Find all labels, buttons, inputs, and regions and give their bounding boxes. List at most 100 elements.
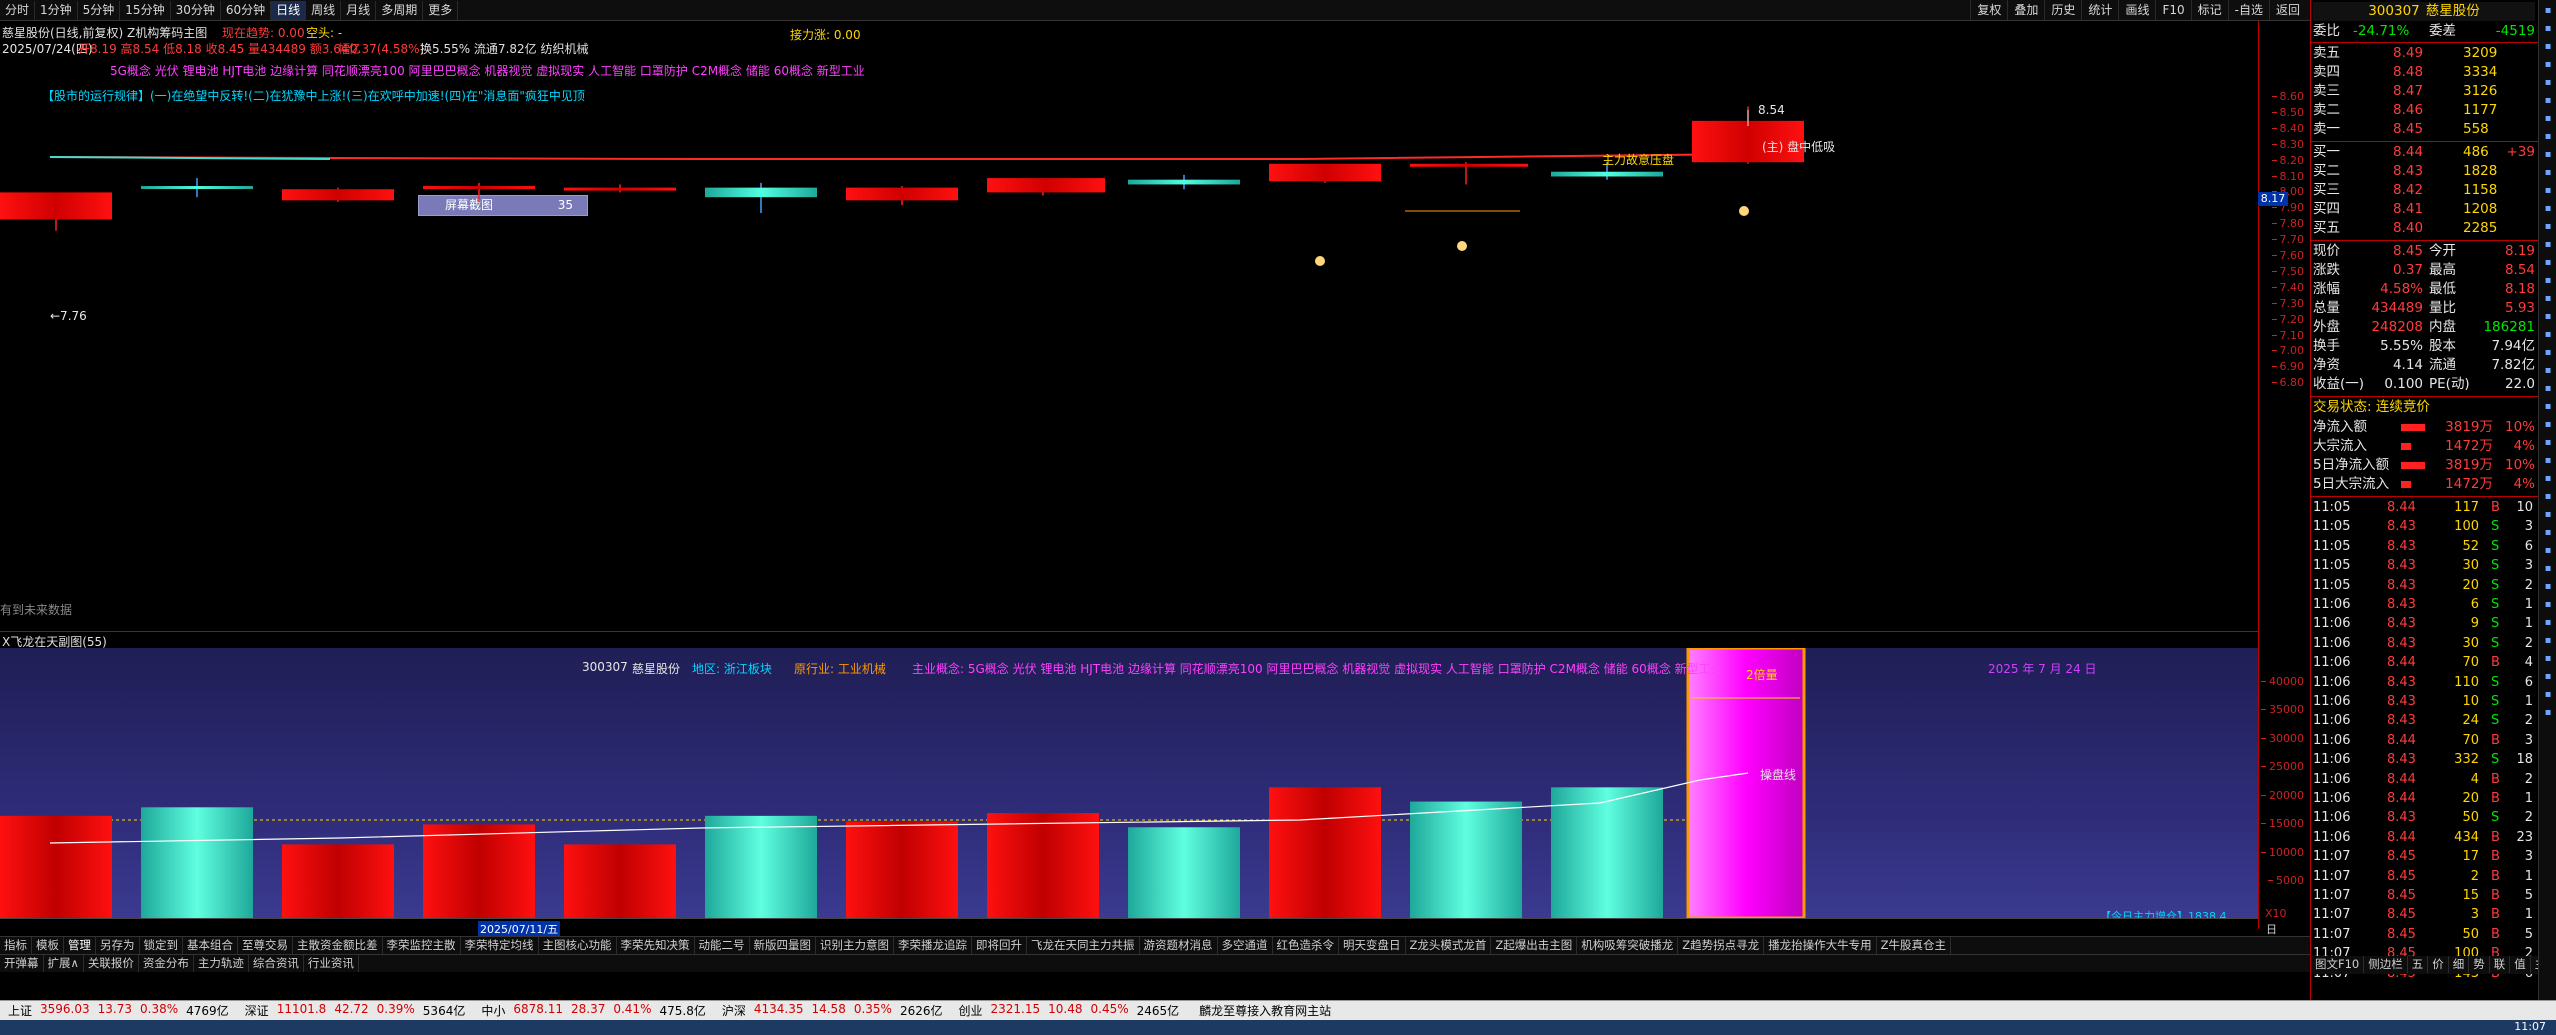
indicator-btn-23[interactable]: Z起爆出击主图 bbox=[1491, 937, 1578, 954]
quote-tab-1[interactable]: 侧边栏 bbox=[2364, 956, 2408, 973]
side-tool-icon[interactable]: ▪ bbox=[2541, 130, 2555, 144]
indicator-btn-17[interactable]: 飞龙在天同主力共振 bbox=[1027, 937, 1140, 954]
side-tool-icon[interactable]: ▪ bbox=[2541, 292, 2555, 306]
period-tab-9[interactable]: 多周期 bbox=[376, 0, 424, 20]
index-item[interactable]: 沪深 4134.35 14.58 0.35% 2626亿 bbox=[722, 1002, 943, 1019]
index-item[interactable]: 中小 6878.11 28.37 0.41% 475.8亿 bbox=[481, 1002, 705, 1019]
toolbar-btn-4[interactable]: 画线 bbox=[2118, 0, 2155, 20]
toolbar-btn-1[interactable]: 叠加 bbox=[2007, 0, 2044, 20]
side-tool-icon[interactable]: ▪ bbox=[2541, 148, 2555, 162]
period-tab-8[interactable]: 月线 bbox=[341, 0, 377, 20]
indicator-btn-13[interactable]: 新版四量图 bbox=[750, 937, 816, 954]
bid-row[interactable]: 买一 8.44 486 +39 bbox=[2313, 143, 2535, 162]
side-tool-icon[interactable]: ▪ bbox=[2541, 562, 2555, 576]
index-item[interactable]: 创业 2321.15 10.48 0.45% 2465亿 bbox=[959, 1002, 1180, 1019]
side-tool-icon[interactable]: ▪ bbox=[2541, 670, 2555, 684]
period-tab-5[interactable]: 60分钟 bbox=[221, 0, 272, 20]
side-tool-icon[interactable]: ▪ bbox=[2541, 652, 2555, 666]
indicator-btn-7[interactable]: 主散资金额比差 bbox=[293, 937, 383, 954]
side-tool-icon[interactable]: ▪ bbox=[2541, 40, 2555, 54]
side-tool-icon[interactable]: ▪ bbox=[2541, 256, 2555, 270]
sub-volume-chart[interactable]: 300307 慈星股份 地区: 浙江板块 原行业: 工业机械 主业概念: 5G概… bbox=[0, 648, 2258, 918]
side-tool-icon[interactable]: ▪ bbox=[2541, 202, 2555, 216]
function-btn-0[interactable]: 开弹幕 bbox=[0, 955, 44, 972]
function-btn-3[interactable]: 资金分布 bbox=[139, 955, 194, 972]
index-item[interactable]: 上证 3596.03 13.73 0.38% 4769亿 bbox=[8, 1002, 229, 1019]
indicator-btn-27[interactable]: Z牛股真仓主 bbox=[1877, 937, 1952, 954]
quote-tab-0[interactable]: 图文F10 bbox=[2311, 956, 2365, 973]
toolbar-btn-7[interactable]: -自选 bbox=[2227, 0, 2269, 20]
ask-row[interactable]: 卖二 8.46 1177 bbox=[2313, 101, 2535, 120]
side-tool-icon[interactable]: ▪ bbox=[2541, 184, 2555, 198]
side-tool-icon[interactable]: ▪ bbox=[2541, 220, 2555, 234]
function-btn-4[interactable]: 主力轨迹 bbox=[194, 955, 249, 972]
indicator-btn-11[interactable]: 李荣先知决策 bbox=[617, 937, 695, 954]
bid-row[interactable]: 买四 8.41 1208 bbox=[2313, 200, 2535, 219]
side-tool-icon[interactable]: ▪ bbox=[2541, 454, 2555, 468]
side-tool-icon[interactable]: ▪ bbox=[2541, 274, 2555, 288]
side-tool-icon[interactable]: ▪ bbox=[2541, 346, 2555, 360]
indicator-btn-15[interactable]: 李荣播龙追踪 bbox=[894, 937, 972, 954]
side-tool-icon[interactable]: ▪ bbox=[2541, 4, 2555, 18]
indicator-btn-5[interactable]: 基本组合 bbox=[183, 937, 238, 954]
period-tab-1[interactable]: 1分钟 bbox=[35, 0, 78, 20]
side-tool-icon[interactable]: ▪ bbox=[2541, 22, 2555, 36]
indicator-btn-26[interactable]: 播龙抬操作大牛专用 bbox=[1764, 937, 1877, 954]
period-tab-10[interactable]: 更多 bbox=[423, 0, 459, 20]
bid-row[interactable]: 买二 8.43 1828 bbox=[2313, 162, 2535, 181]
toolbar-btn-0[interactable]: 复权 bbox=[1970, 0, 2007, 20]
toolbar-btn-6[interactable]: 标记 bbox=[2190, 0, 2228, 20]
quote-tab-5[interactable]: 势 bbox=[2469, 956, 2490, 973]
indicator-btn-16[interactable]: 即将回升 bbox=[972, 937, 1027, 954]
toolbar-btn-8[interactable]: 返回 bbox=[2268, 0, 2306, 20]
quote-tab-7[interactable]: 值 bbox=[2510, 956, 2531, 973]
function-btn-5[interactable]: 综合资讯 bbox=[249, 955, 304, 972]
side-tool-icon[interactable]: ▪ bbox=[2541, 76, 2555, 90]
side-tool-icon[interactable]: ▪ bbox=[2541, 418, 2555, 432]
indicator-btn-12[interactable]: 动能二号 bbox=[695, 937, 750, 954]
bid-row[interactable]: 买五 8.40 2285 bbox=[2313, 219, 2535, 238]
toolbar-btn-2[interactable]: 历史 bbox=[2044, 0, 2081, 20]
side-tool-icon[interactable]: ▪ bbox=[2541, 58, 2555, 72]
indicator-btn-8[interactable]: 李荣监控主散 bbox=[383, 937, 461, 954]
function-btn-6[interactable]: 行业资讯 bbox=[304, 955, 359, 972]
function-btn-1[interactable]: 扩展∧ bbox=[44, 955, 84, 972]
period-tab-6[interactable]: 日线 bbox=[271, 0, 307, 20]
period-tab-4[interactable]: 30分钟 bbox=[171, 0, 221, 20]
side-tool-icon[interactable]: ▪ bbox=[2541, 634, 2555, 648]
indicator-btn-6[interactable]: 至尊交易 bbox=[238, 937, 293, 954]
side-tool-icon[interactable]: ▪ bbox=[2541, 616, 2555, 630]
side-tool-icon[interactable]: ▪ bbox=[2541, 706, 2555, 720]
indicator-btn-1[interactable]: 模板 bbox=[32, 937, 64, 954]
side-tool-icon[interactable]: ▪ bbox=[2541, 490, 2555, 504]
side-tool-icon[interactable]: ▪ bbox=[2541, 688, 2555, 702]
side-tool-icon[interactable]: ▪ bbox=[2541, 526, 2555, 540]
side-tool-icon[interactable]: ▪ bbox=[2541, 328, 2555, 342]
ask-row[interactable]: 卖四 8.48 3334 bbox=[2313, 63, 2535, 82]
side-tool-icon[interactable]: ▪ bbox=[2541, 382, 2555, 396]
quote-tab-4[interactable]: 细 bbox=[2449, 956, 2470, 973]
index-item[interactable]: 深证 11101.8 42.72 0.39% 5364亿 bbox=[245, 1002, 466, 1019]
indicator-btn-20[interactable]: 红色造杀令 bbox=[1273, 937, 1339, 954]
side-tool-icon[interactable]: ▪ bbox=[2541, 112, 2555, 126]
period-tab-3[interactable]: 15分钟 bbox=[120, 0, 171, 20]
indicator-btn-21[interactable]: 明天变盘日 bbox=[1339, 937, 1406, 954]
ask-row[interactable]: 卖五 8.49 3209 bbox=[2313, 44, 2535, 63]
main-kline-chart[interactable]: 慈星股份(日线,前复权) Z机构筹码主图 现在趋势: 0.00 空头: - 接力… bbox=[0, 21, 2258, 631]
side-tool-icon[interactable]: ▪ bbox=[2541, 472, 2555, 486]
ask-row[interactable]: 卖一 8.45 558 bbox=[2313, 120, 2535, 139]
side-tool-icon[interactable]: ▪ bbox=[2541, 166, 2555, 180]
indicator-btn-2[interactable]: 管理 bbox=[64, 937, 96, 954]
indicator-btn-25[interactable]: Z趋势拐点寻龙 bbox=[1678, 937, 1765, 954]
indicator-btn-24[interactable]: 机构吸筹突破播龙 bbox=[1577, 937, 1679, 954]
side-tool-icon[interactable]: ▪ bbox=[2541, 94, 2555, 108]
period-tab-0[interactable]: 分时 bbox=[0, 0, 36, 20]
indicator-btn-0[interactable]: 指标 bbox=[0, 937, 32, 954]
side-tool-icon[interactable]: ▪ bbox=[2541, 436, 2555, 450]
bid-row[interactable]: 买三 8.42 1158 bbox=[2313, 181, 2535, 200]
side-tool-icon[interactable]: ▪ bbox=[2541, 508, 2555, 522]
function-btn-2[interactable]: 关联报价 bbox=[84, 955, 139, 972]
indicator-btn-3[interactable]: 另存为 bbox=[96, 937, 140, 954]
ask-row[interactable]: 卖三 8.47 3126 bbox=[2313, 82, 2535, 101]
quote-tab-2[interactable]: 五 bbox=[2408, 956, 2429, 973]
